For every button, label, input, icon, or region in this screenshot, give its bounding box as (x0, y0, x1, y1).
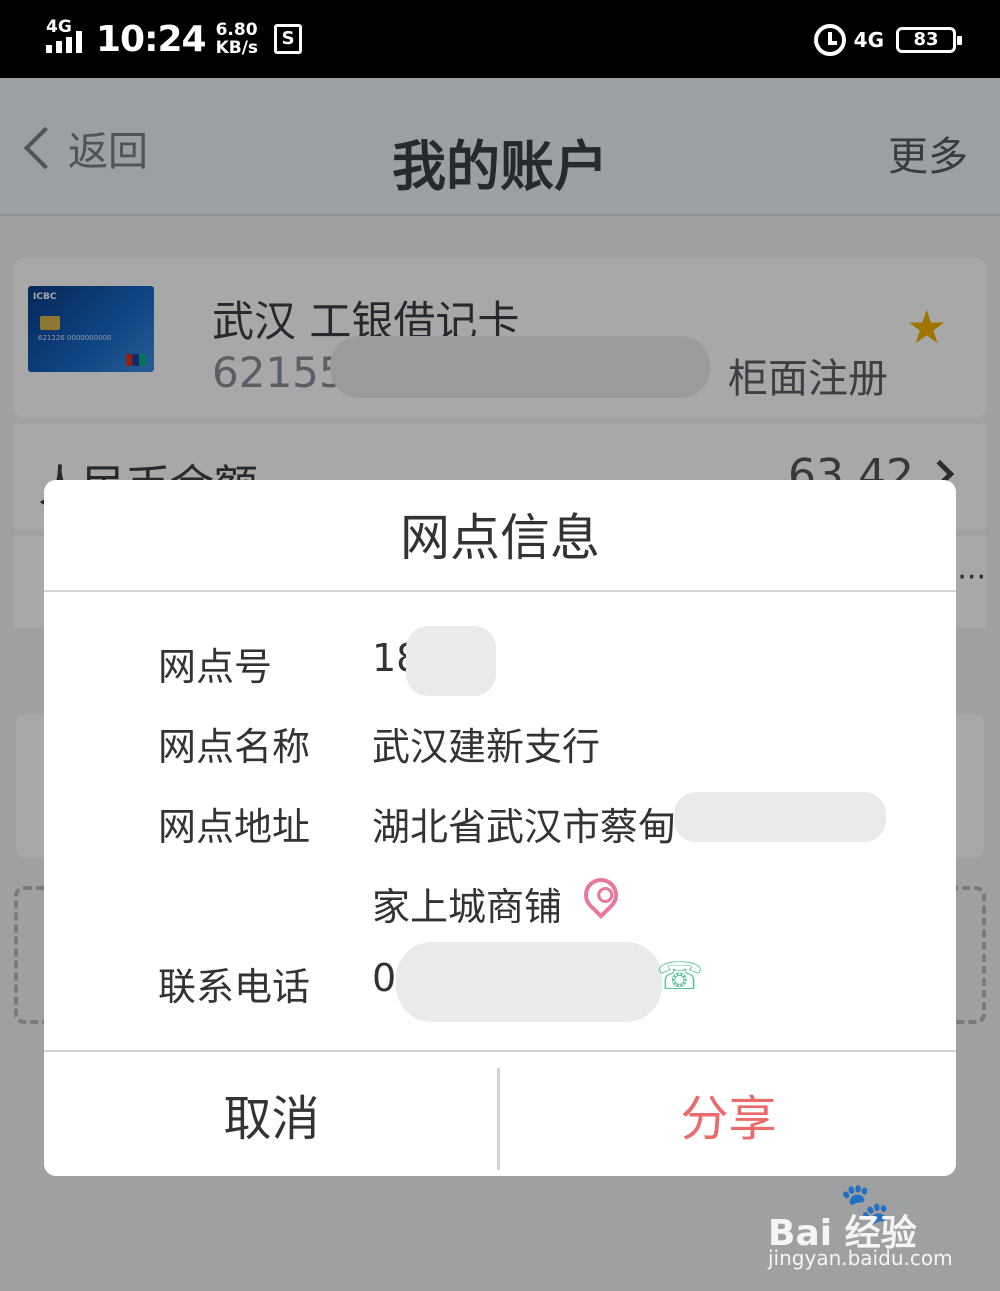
branch-name-value: 武汉建新支行 (372, 725, 601, 769)
redacted-address (674, 792, 886, 842)
phone-icon[interactable]: ☏ (656, 954, 704, 998)
branch-name-label: 网点名称 (158, 725, 311, 769)
status-bar: 4G 10:24 6.80 KB/s S 4G 83 (0, 0, 1000, 78)
branch-address-label: 网点地址 (158, 805, 311, 849)
cancel-button[interactable]: 取消 (44, 1052, 499, 1176)
watermark-url: jingyan.baidu.com (768, 1246, 953, 1270)
baidu-jingyan-watermark: 🐾 Bai 经验 jingyan.baidu.com (768, 1180, 968, 1270)
alarm-icon (813, 24, 846, 56)
phone-value: 0 (372, 956, 397, 1000)
battery-icon: 83 (896, 27, 962, 53)
redacted-phone (396, 942, 662, 1022)
signal-icon: 4G (44, 19, 88, 59)
network-speed: 6.80 KB/s (215, 20, 259, 58)
redacted-branch-number (406, 626, 496, 696)
location-pin-icon[interactable] (576, 870, 626, 920)
network-type-right: 4G (853, 28, 884, 52)
branch-address-value: 湖北省武汉市蔡甸 (372, 805, 677, 849)
button-divider (497, 1068, 500, 1170)
dialog-title: 网点信息 (400, 509, 600, 567)
network-type: 4G (46, 17, 72, 37)
status-time: 10:24 (96, 18, 207, 60)
branch-address-line2: 家上城商铺 (372, 885, 563, 929)
divider (44, 590, 956, 592)
branch-number-label: 网点号 (158, 645, 273, 689)
share-button[interactable]: 分享 (501, 1052, 956, 1176)
phone-label: 联系电话 (158, 965, 311, 1009)
s-notification-icon: S (274, 24, 303, 54)
branch-info-dialog: 网点信息 网点号 18 网点名称 武汉建新支行 网点地址 湖北省武汉市蔡甸 家上… (44, 480, 956, 1176)
